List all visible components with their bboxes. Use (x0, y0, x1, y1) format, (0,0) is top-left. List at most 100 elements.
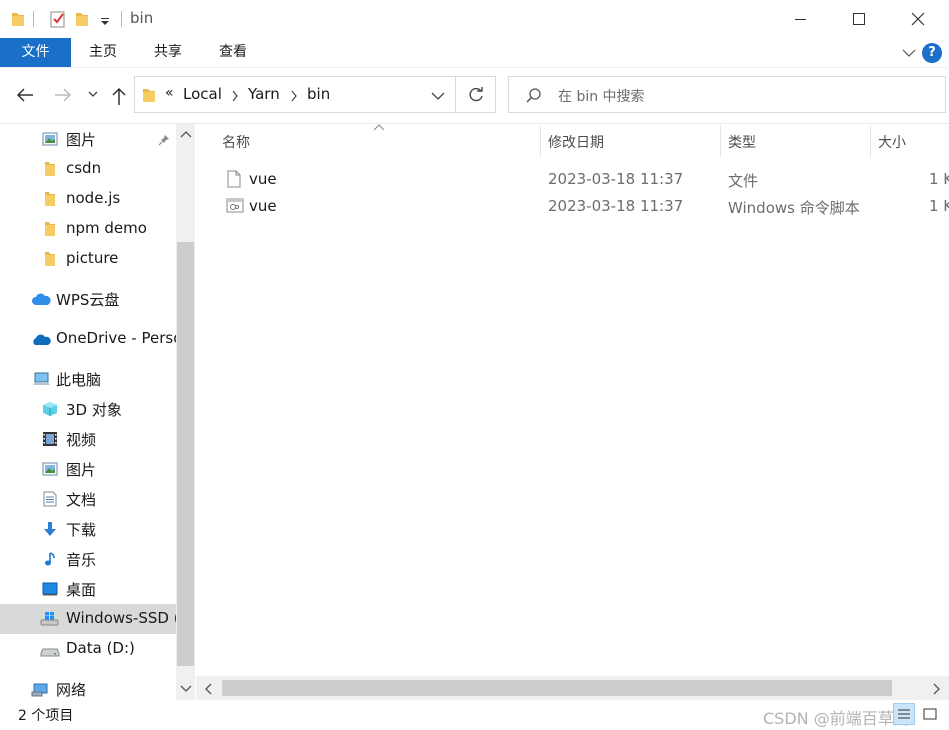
breadcrumb-yarn[interactable]: Yarn (248, 85, 280, 103)
chevron-right-icon[interactable] (290, 90, 298, 102)
desktop-icon (42, 582, 58, 596)
nav-item-data-drive[interactable]: Data (D:) (0, 634, 176, 664)
nav-item-wps-cloud[interactable]: WPS云盘 (0, 284, 176, 314)
nav-item-onedrive[interactable]: OneDrive - Perso (0, 324, 176, 354)
column-header-modified[interactable]: 修改日期 (548, 132, 604, 152)
column-divider[interactable] (540, 125, 541, 157)
3d-objects-icon (43, 402, 57, 416)
close-button[interactable] (889, 0, 947, 38)
music-icon (45, 552, 55, 566)
scroll-up-chevron-icon[interactable] (180, 130, 192, 140)
minimize-button[interactable] (772, 0, 830, 38)
column-divider[interactable] (720, 125, 721, 157)
nav-item-videos[interactable]: 视频 (0, 424, 176, 454)
nav-item-npm-demo[interactable]: npm demo (0, 214, 176, 244)
tab-file[interactable]: 文件 (0, 38, 71, 67)
item-count: 2 个项目 (18, 708, 74, 724)
back-arrow-icon[interactable] (15, 86, 35, 104)
download-icon (44, 522, 56, 536)
minimize-icon (795, 19, 806, 20)
large-icons-view-button[interactable] (919, 703, 941, 725)
breadcrumb-overflow[interactable]: « (165, 85, 174, 101)
file-modified: 2023-03-18 11:37 (548, 197, 684, 215)
window-title: bin (130, 9, 154, 27)
file-list-scrollbar-thumb[interactable] (222, 680, 892, 696)
documents-icon (43, 491, 57, 507)
folder-icon (143, 89, 155, 102)
search-icon (526, 88, 541, 103)
properties-icon[interactable] (49, 9, 67, 29)
tab-view[interactable]: 查看 (210, 38, 256, 67)
file-type: Windows 命令脚本 (728, 199, 860, 217)
file-list-scrollbar[interactable] (196, 676, 949, 700)
nav-item-windows-ssd[interactable]: Windows-SSD ( (0, 604, 176, 634)
address-bar[interactable]: « Local Yarn bin (134, 76, 456, 113)
nav-item-pictures-quick[interactable]: 图片 (0, 124, 176, 154)
search-input[interactable]: 在 bin 中搜索 (558, 86, 645, 106)
nav-item-nodejs[interactable]: node.js (0, 184, 176, 214)
qa-divider (33, 11, 34, 27)
folder-icon (12, 13, 24, 26)
breadcrumb-local[interactable]: Local (183, 85, 222, 103)
pictures-icon (42, 462, 58, 476)
column-header-type[interactable]: 类型 (728, 132, 756, 152)
tab-home[interactable]: 主页 (80, 38, 126, 67)
nav-item-downloads[interactable]: 下载 (0, 514, 176, 544)
drive-icon (40, 648, 60, 657)
search-box[interactable]: 在 bin 中搜索 (508, 76, 946, 113)
scroll-down-chevron-icon[interactable] (180, 684, 192, 694)
nav-item-desktop[interactable]: 桌面 (0, 574, 176, 604)
up-arrow-icon[interactable] (110, 86, 128, 106)
chevron-right-icon[interactable] (231, 90, 239, 102)
breadcrumb-bin[interactable]: bin (307, 85, 330, 103)
details-view-icon (898, 709, 910, 719)
help-icon[interactable]: ? (922, 43, 942, 63)
file-icon (227, 170, 241, 188)
nav-item-this-pc[interactable]: 此电脑 (0, 364, 176, 394)
file-name: vue (249, 170, 277, 188)
column-header-name[interactable]: 名称 (222, 132, 250, 152)
refresh-button[interactable] (456, 76, 496, 113)
script-file-icon (226, 198, 244, 213)
recent-locations-chevron-icon[interactable] (87, 90, 99, 100)
expand-ribbon-chevron-icon[interactable] (902, 48, 916, 58)
network-icon (31, 683, 48, 697)
folder-icon (45, 162, 55, 176)
address-history-chevron-icon[interactable] (431, 91, 445, 101)
file-name: vue (249, 197, 277, 215)
file-modified: 2023-03-18 11:37 (548, 170, 684, 188)
column-header-size[interactable]: 大小 (878, 132, 906, 152)
scroll-right-chevron-icon[interactable] (932, 683, 942, 695)
nav-pane-scrollbar[interactable] (176, 124, 195, 700)
file-type: 文件 (728, 172, 759, 190)
nav-item-picture[interactable]: picture (0, 244, 176, 274)
nav-item-3d-objects[interactable]: 3D 对象 (0, 394, 176, 424)
file-size: 1 K (929, 197, 949, 215)
pin-icon[interactable] (158, 134, 170, 146)
computer-icon (33, 372, 50, 385)
nav-pane-scrollbar-thumb[interactable] (177, 242, 194, 666)
nav-item-music[interactable]: 音乐 (0, 544, 176, 574)
video-icon (43, 432, 57, 446)
nav-item-documents[interactable]: 文档 (0, 484, 176, 514)
tab-share[interactable]: 共享 (145, 38, 191, 67)
file-list: 名称 修改日期 类型 大小 vue 2023-03-18 11:37 文件 1 … (196, 124, 949, 676)
ribbon-tabs: 文件 主页 共享 查看 (0, 38, 949, 68)
maximize-button[interactable] (830, 0, 888, 38)
new-folder-icon[interactable] (74, 9, 90, 29)
file-row[interactable]: vue 2023-03-18 11:37 Windows 命令脚本 1 K (216, 193, 949, 220)
scroll-left-chevron-icon[interactable] (204, 683, 214, 695)
column-divider[interactable] (870, 125, 871, 157)
file-row[interactable]: vue 2023-03-18 11:37 文件 1 K (216, 166, 949, 193)
details-view-button[interactable] (893, 703, 915, 725)
forward-arrow-icon[interactable] (53, 86, 73, 104)
maximize-icon (853, 13, 865, 25)
nav-item-csdn[interactable]: csdn (0, 154, 176, 184)
close-icon (911, 12, 925, 26)
pictures-icon (42, 132, 58, 146)
customize-toolbar-chevron-icon[interactable] (99, 9, 111, 29)
nav-item-pictures[interactable]: 图片 (0, 454, 176, 484)
cloud-icon (32, 293, 51, 305)
navigation-pane: 图片 csdn node.js npm demo picture WPS云盘 O… (0, 124, 196, 700)
large-icons-view-icon (923, 708, 937, 720)
